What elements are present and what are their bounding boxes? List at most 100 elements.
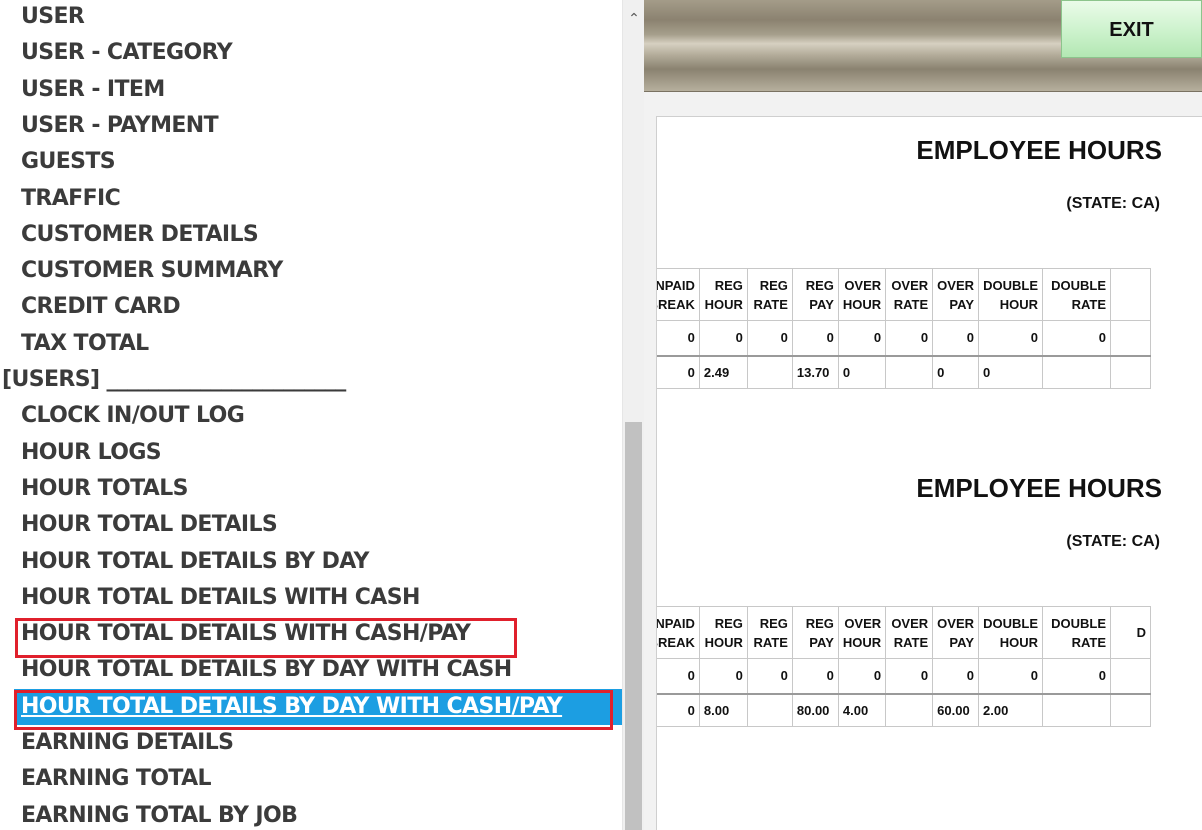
menu-item[interactable]: TAX TOTAL [0, 326, 622, 362]
menu-item-label: TRAFFIC [21, 185, 121, 211]
menu-item-label: HOUR TOTALS [21, 475, 188, 501]
report-state: (STATE: CA) [1066, 195, 1160, 212]
menu-item[interactable]: HOUR LOGS [0, 435, 622, 471]
column-header-line: OVER [844, 615, 882, 631]
menu-item[interactable]: USER - PAYMENT [0, 108, 622, 144]
table-cell: 0 [837, 320, 887, 356]
total-cell: 2.49 [698, 354, 748, 389]
menu-item-label: HOUR TOTAL DETAILS BY DAY [21, 548, 369, 574]
menu-item-label: CUSTOMER SUMMARY [21, 258, 283, 284]
column-header-line: HOUR [704, 296, 743, 312]
column-header-line: UNPAID [656, 615, 695, 631]
column-header: REG RATE [746, 606, 793, 659]
table-cell: 0 [791, 658, 839, 694]
menu-item[interactable]: HOUR TOTALS [0, 471, 622, 507]
menu-item-label: USER - ITEM [21, 76, 165, 102]
employee-hours-table: UNPAIDBREAKREGHOURREGRATEREGPAYOVERHOURO… [657, 268, 1151, 389]
column-header: REG HOUR [698, 606, 748, 659]
column-header: D [1110, 606, 1151, 659]
total-cell [746, 354, 793, 389]
menu-item[interactable]: HOUR TOTAL DETAILS BY DAY WITH CASH [0, 652, 622, 688]
column-header-line: PAY [809, 634, 834, 650]
menu-item-label: [USERS] _______________________ [2, 367, 346, 392]
table-row: 000000000 [657, 658, 1151, 694]
menu-item[interactable]: CREDIT CARD [0, 289, 622, 325]
column-header-line: PAY [809, 296, 834, 312]
column-header: DOUBLE RATE [1042, 606, 1111, 659]
menu-item[interactable]: USER [0, 0, 622, 35]
scroll-thumb[interactable] [625, 422, 642, 830]
report-title: EMPLOYEE HOURS [916, 473, 1162, 503]
table-cell: 0 [746, 320, 793, 356]
column-header-line: REG [759, 615, 788, 631]
menu-item[interactable]: HOUR TOTAL DETAILS BY DAY [0, 544, 622, 580]
table-cell: 0 [932, 320, 979, 356]
column-header: REG RATE [746, 268, 793, 321]
column-header-line: DOUBLE [1051, 615, 1106, 631]
menu-item-label: EARNING DETAILS [21, 730, 234, 755]
table-cell [1110, 658, 1151, 694]
menu-item[interactable]: CLOCK IN/OUT LOG [0, 398, 622, 434]
column-header-line: RATE [753, 634, 788, 650]
table-cell: 0 [885, 658, 934, 694]
menu-item[interactable]: CUSTOMER DETAILS [0, 217, 622, 253]
column-header: OVER HOUR [837, 606, 887, 659]
table-cell: 0 [1042, 320, 1111, 356]
menu-item[interactable]: HOUR TOTAL DETAILS WITH CASH [0, 580, 622, 616]
table-cell: 0 [791, 320, 839, 356]
table-cell: 0 [698, 320, 748, 356]
exit-button[interactable]: EXIT [1061, 0, 1202, 58]
column-header-line: OVER [891, 277, 929, 293]
table-cell: 0 [978, 320, 1043, 356]
column-header-line: HOUR [842, 634, 882, 650]
column-header-line: OVER [891, 615, 929, 631]
menu-item[interactable]: GUESTS [0, 144, 622, 180]
column-header: OVER HOUR [837, 268, 887, 321]
table-cell: 0 [1042, 658, 1111, 694]
table-cell [1110, 320, 1151, 356]
menu-item-label: EARNING TOTAL [21, 766, 212, 792]
menu-item[interactable]: USER - CATEGORY [0, 35, 622, 71]
column-header: OVER RATE [885, 606, 934, 659]
menu-item[interactable]: HOUR TOTAL DETAILS WITH CASH/PAY [0, 616, 622, 659]
column-header: OVER PAY [932, 268, 979, 321]
column-header: UNPAID BREAK [657, 268, 700, 321]
menu-item[interactable]: EARNING TOTAL [0, 761, 622, 797]
column-header-line: HOUR [704, 634, 743, 650]
column-header-line: PAY [949, 634, 974, 650]
report-preview: EMPLOYEE HOURS (STATE: CA) UNPAID BREAK REG H… [644, 92, 1202, 830]
menu-item[interactable]: EARNING DETAILS [0, 725, 622, 761]
total-cell: 0 [978, 354, 1043, 389]
menu-scrollbar[interactable]: ⌃ [622, 0, 644, 830]
total-cell: 80.00 [791, 692, 839, 727]
column-header-line: OVER [937, 615, 974, 631]
menu-item[interactable]: HOUR TOTAL DETAILS BY DAY WITH CASH/PAY [14, 688, 622, 730]
menu-item[interactable]: EARNING TOTAL BY JOB [0, 798, 622, 830]
column-header: DOUBLE HOUR [978, 606, 1043, 659]
column-header: OVER RATE [885, 268, 934, 321]
menu-item-label: HOUR TOTAL DETAILS WITH CASH/PAY [21, 621, 471, 647]
column-header-line: REG [714, 277, 743, 293]
report-menu: USER USER - CATEGORY USER - ITEM USER - PAY… [0, 0, 622, 830]
menu-item[interactable]: TRAFFIC [0, 181, 622, 217]
table-cell: 0 [837, 658, 887, 694]
column-header-line: OVER [844, 277, 882, 293]
column-header-line: PAY [949, 296, 974, 312]
total-row: 0 8.00 80.00 4.00 60.00 2.00 [657, 692, 1151, 727]
total-cell [885, 354, 934, 389]
column-header-line: RATE [1071, 634, 1106, 650]
menu-item[interactable]: HOUR TOTAL DETAILS [0, 507, 622, 543]
column-header-line: BREAK [657, 634, 695, 650]
total-cell: 0 [657, 692, 700, 727]
menu-item-label: GUESTS [21, 149, 116, 175]
chevron-up-icon[interactable]: ⌃ [623, 8, 645, 30]
menu-item[interactable]: USER - ITEM [0, 72, 622, 108]
menu-item[interactable]: CUSTOMER SUMMARY [0, 253, 622, 289]
column-header-line: REG [805, 277, 834, 293]
column-header-line: DOUBLE [1051, 277, 1106, 293]
total-cell: 0 [657, 354, 700, 389]
table-row: 000000000 [657, 320, 1151, 356]
table-cell: 0 [978, 658, 1043, 694]
column-header-line: HOUR [999, 634, 1038, 650]
menu-item-label: HOUR TOTAL DETAILS BY DAY WITH CASH/PAY [21, 693, 563, 719]
